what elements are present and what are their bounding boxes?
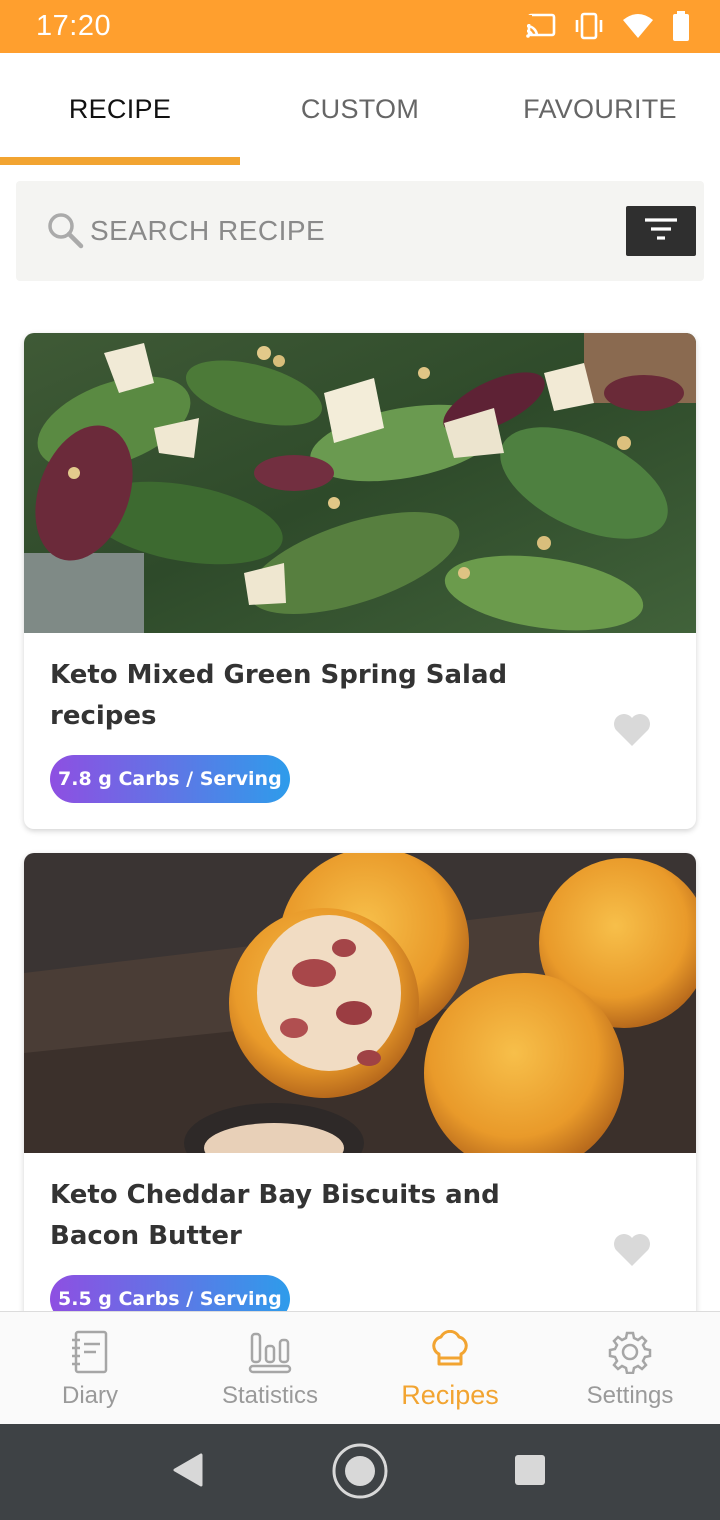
search-bar [16,181,704,281]
heart-icon[interactable] [612,713,652,752]
home-circle-icon [331,1442,389,1505]
recipe-list: Keto Mixed Green Spring Salad recipes 7.… [0,281,720,1311]
recipe-tabs: RECIPE CUSTOM FAVOURITE [0,53,720,165]
tab-favourite[interactable]: FAVOURITE [480,53,720,165]
cheddar-biscuits-photo [24,853,696,1153]
recents-square-icon [514,1454,546,1491]
recents-button[interactable] [504,1446,556,1498]
nav-recipes[interactable]: Recipes [360,1312,540,1424]
nav-settings[interactable]: Settings [540,1312,720,1424]
vibrate-icon [574,12,604,40]
tab-recipe[interactable]: RECIPE [0,53,240,165]
wifi-icon [622,13,654,39]
nav-label: Diary [61,1382,118,1409]
recipe-card-body: Keto Cheddar Bay Biscuits and Bacon Butt… [24,1153,696,1311]
diary-icon [70,1330,110,1379]
carbs-badge: 5.5 g Carbs / Serving [50,1275,290,1311]
statistics-icon [248,1330,292,1379]
nav-label: Recipes [401,1380,499,1410]
filter-button[interactable] [626,206,696,256]
nav-statistics[interactable]: Statistics [180,1312,360,1424]
back-button[interactable] [162,1446,214,1498]
gear-icon [608,1330,652,1379]
search-icon [46,211,84,254]
recipe-card[interactable]: Keto Mixed Green Spring Salad recipes 7.… [24,333,696,829]
system-navigation-bar [0,1424,720,1520]
nav-label: Settings [586,1382,674,1409]
recipe-title: Keto Cheddar Bay Biscuits and Bacon Butt… [50,1180,500,1251]
nav-diary[interactable]: Diary [0,1312,180,1424]
status-bar: 17:20 [0,0,720,53]
recipe-title: Keto Mixed Green Spring Salad recipes [50,660,508,731]
home-button[interactable] [330,1443,390,1503]
nav-label: Statistics [221,1382,319,1409]
status-time: 17:20 [36,10,112,42]
search-input[interactable] [90,209,550,253]
filter-icon [643,216,679,247]
chef-hat-icon [428,1329,472,1375]
status-icons [526,10,690,42]
active-tab-indicator [0,157,240,165]
battery-icon [672,11,690,41]
carbs-badge: 7.8 g Carbs / Serving [50,755,290,803]
mixed-green-salad-photo [24,333,696,633]
tab-custom[interactable]: CUSTOM [240,53,480,165]
back-triangle-icon [173,1453,203,1492]
bottom-navigation: Diary Statistics Recipes Settings [0,1311,720,1424]
cast-icon [526,13,556,39]
recipe-card[interactable]: Keto Cheddar Bay Biscuits and Bacon Butt… [24,853,696,1311]
heart-icon[interactable] [612,1233,652,1272]
recipe-card-body: Keto Mixed Green Spring Salad recipes 7.… [24,633,696,829]
